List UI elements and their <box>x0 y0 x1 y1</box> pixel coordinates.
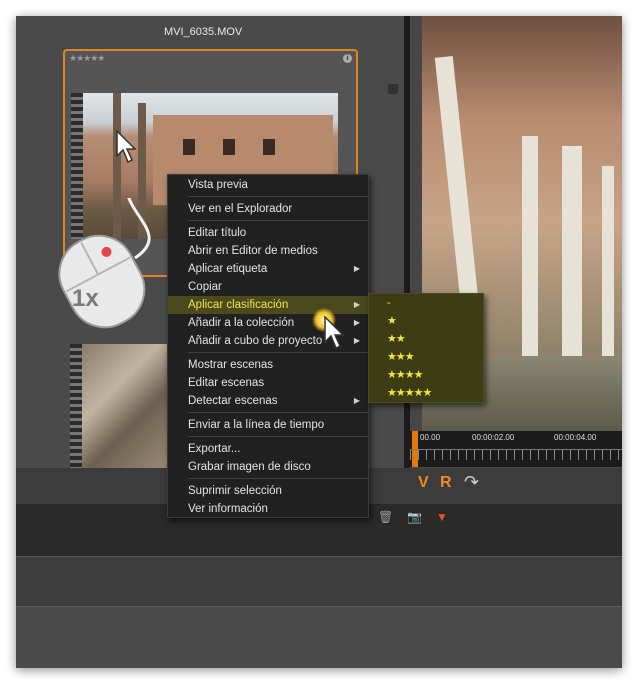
scrubber-timeline[interactable]: 00.00 00:00:02.00 00:00:04.00 <box>410 431 622 467</box>
menu-item-label: Aplicar etiqueta <box>188 263 268 275</box>
menu-item-view-info[interactable]: Ver información <box>168 500 368 518</box>
thumbnail-window <box>183 139 195 155</box>
r-button[interactable]: R <box>440 474 452 492</box>
cursor-icon <box>116 130 137 164</box>
menu-item-label: Aplicar clasificación <box>188 299 289 311</box>
menu-item-label: Añadir a cubo de proyecto <box>188 335 323 347</box>
menu-item-label: Detectar escenas <box>188 395 278 407</box>
menu-item-detect-scenes[interactable]: Detectar escenas ▶ <box>168 392 368 410</box>
timecode-4s: 00:00:04.00 <box>554 433 597 442</box>
menu-item-export[interactable]: Exportar... <box>168 440 368 458</box>
clip-title: MVI_6035.MOV <box>164 26 243 38</box>
clip-thumbnail[interactable] <box>82 344 170 474</box>
menu-separator <box>188 352 368 353</box>
menu-separator <box>188 220 368 221</box>
rating-2-stars[interactable]: ★★ <box>387 330 406 348</box>
menu-item-show-scenes[interactable]: Mostrar escenas <box>168 356 368 374</box>
menu-item-edit-title[interactable]: Editar título <box>168 224 368 242</box>
thumbnail-window <box>223 139 235 155</box>
menu-item-edit-scenes[interactable]: Editar escenas <box>168 374 368 392</box>
thumbnail-window <box>263 139 275 155</box>
storyboard-area <box>16 556 622 607</box>
rating-4-stars[interactable]: ★★★★ <box>387 366 423 384</box>
preview-tree <box>602 166 614 386</box>
menu-item-show-in-explorer[interactable]: Ver en el Explorador <box>168 200 368 218</box>
clip-card[interactable] <box>70 344 170 474</box>
menu-separator <box>188 196 368 197</box>
menu-separator <box>188 412 368 413</box>
submenu-arrow-icon: ▶ <box>353 264 360 273</box>
rating-3-stars[interactable]: ★★★ <box>387 348 415 366</box>
rating-1-star[interactable]: ★ <box>387 312 397 330</box>
menu-separator <box>188 436 368 437</box>
rating-submenu: - ★ ★★ ★★★ ★★★★ ★★★★★ <box>368 293 484 403</box>
submenu-arrow-icon: ▶ <box>353 396 360 405</box>
menu-item-delete-selection[interactable]: Suprimir selección <box>168 482 368 500</box>
menu-item-open-media-editor[interactable]: Abrir en Editor de medios <box>168 242 368 260</box>
submenu-arrow-icon: ▶ <box>353 336 360 345</box>
cursor-icon <box>324 316 345 350</box>
menu-item-apply-rating[interactable]: Aplicar clasificación ▶ <box>168 296 368 314</box>
trash-icon[interactable]: 🗑 <box>378 510 393 524</box>
panel-handle-icon[interactable] <box>388 84 398 94</box>
camera-icon[interactable]: 📷 <box>407 510 422 524</box>
timecode-2s: 00:00:02.00 <box>472 433 515 442</box>
lower-area <box>16 606 622 668</box>
timecode-0: 00.00 <box>420 433 441 442</box>
timeline-ruler <box>410 449 622 460</box>
menu-item-send-to-timeline[interactable]: Enviar a la línea de tiempo <box>168 416 368 434</box>
v-button[interactable]: V <box>418 474 429 492</box>
app-window: MVI_6035.MOV ★★★★★ i ★★ ✔ <box>16 16 622 668</box>
menu-item-copy[interactable]: Copiar <box>168 278 368 296</box>
rating-none[interactable]: - <box>387 294 391 312</box>
info-icon[interactable]: i <box>343 54 352 63</box>
submenu-arrow-icon: ▶ <box>353 318 360 327</box>
rating-5-stars[interactable]: ★★★★★ <box>387 384 432 402</box>
filmstrip-edge <box>70 344 82 474</box>
click-count-badge: 1x <box>72 285 99 312</box>
menu-separator <box>188 478 368 479</box>
clip-rating-stars[interactable]: ★★★★★ <box>69 53 105 64</box>
send-arrow-icon[interactable]: ↷ <box>464 472 479 493</box>
menu-item-apply-tag[interactable]: Aplicar etiqueta ▶ <box>168 260 368 278</box>
menu-item-label: Añadir a la colección <box>188 317 295 329</box>
marker-icon[interactable]: ▼ <box>436 510 448 524</box>
menu-item-burn-disc-image[interactable]: Grabar imagen de disco <box>168 458 368 476</box>
submenu-arrow-icon: ▶ <box>353 300 360 309</box>
menu-item-preview[interactable]: Vista previa <box>168 176 368 194</box>
mouse-click-icon: 1x <box>58 198 151 329</box>
